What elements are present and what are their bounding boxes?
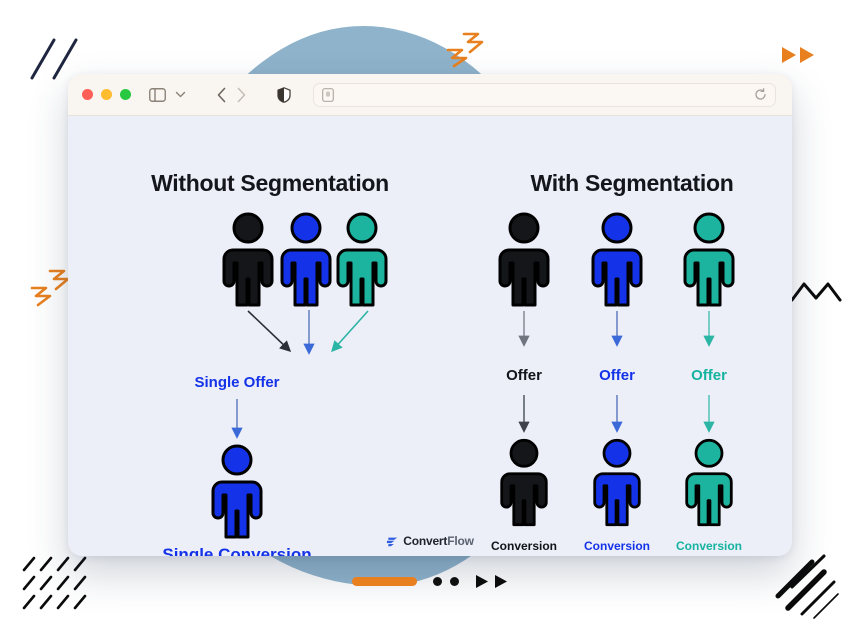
seg-arrow-blue-to-offer xyxy=(609,310,625,352)
convertflow-wordmark: ConvertFlow xyxy=(403,534,474,548)
conversion-person-blue-icon xyxy=(203,444,271,540)
close-window-button[interactable] xyxy=(82,89,93,100)
reader-page-icon[interactable] xyxy=(322,87,334,102)
brand-light: Flow xyxy=(447,534,474,548)
pagination-dots xyxy=(433,576,459,586)
browser-titlebar xyxy=(68,74,792,116)
converge-arrow-blue xyxy=(301,308,317,360)
back-button-icon[interactable] xyxy=(217,87,227,103)
single-offer-label: Single Offer xyxy=(194,374,280,391)
seg-person-blue-icon xyxy=(589,212,645,308)
seg-arrow-black-to-conversion xyxy=(516,394,532,438)
person-blue-icon xyxy=(278,212,334,308)
play-icon-2[interactable] xyxy=(494,574,508,589)
seg-conversion-label-black: Conversion xyxy=(490,539,558,553)
page-content: Without Segmentation Single Offer Single… xyxy=(68,116,792,556)
single-conversion-label: Single Conversion xyxy=(162,545,312,556)
seg-conversion-person-blue-icon xyxy=(591,438,643,528)
browser-window: Without Segmentation Single Offer Single… xyxy=(68,74,792,556)
seg-arrow-teal-to-offer xyxy=(701,310,717,352)
seg-arrow-blue-to-conversion xyxy=(609,394,625,438)
seg-offer-label-blue: Offer xyxy=(599,367,635,384)
seg-person-teal-icon xyxy=(681,212,737,308)
brand-bold: Convert xyxy=(403,534,448,548)
seg-conversion-person-black-icon xyxy=(498,438,550,528)
seg-conversion-person-teal-icon xyxy=(683,438,735,528)
address-bar[interactable] xyxy=(313,82,776,107)
without-segmentation-title: Without Segmentation xyxy=(151,170,389,196)
shield-privacy-icon[interactable] xyxy=(277,86,291,103)
pagination-dot-2[interactable] xyxy=(450,576,459,586)
orange-play-arrows-decoration xyxy=(782,46,818,69)
seg-arrow-teal-to-conversion xyxy=(701,394,717,438)
seg-person-black-icon xyxy=(496,212,552,308)
with-segmentation-panel: With Segmentation Offer Conversion Offer… xyxy=(472,116,792,556)
play-icon-1[interactable] xyxy=(475,574,489,589)
minimize-window-button[interactable] xyxy=(101,89,112,100)
convertflow-swoosh-icon xyxy=(386,536,399,547)
converge-arrow-teal xyxy=(318,308,376,360)
orange-zigzag-decoration-top xyxy=(444,32,486,73)
window-traffic-lights xyxy=(82,89,131,100)
seg-offer-label-black: Offer xyxy=(506,367,542,384)
person-teal-icon xyxy=(334,212,390,308)
chevron-down-icon[interactable] xyxy=(175,90,186,99)
convertflow-logo: ConvertFlow xyxy=(386,534,474,548)
screenshot-stage: Without Segmentation Single Offer Single… xyxy=(0,0,860,628)
black-zigzag-line-decoration xyxy=(790,280,842,307)
carousel-controls xyxy=(0,566,860,596)
progress-bar[interactable] xyxy=(352,576,417,586)
pagination-dot-1[interactable] xyxy=(433,576,442,586)
seg-offer-label-teal: Offer xyxy=(691,367,727,384)
play-controls xyxy=(475,574,508,589)
orange-zigzag-decoration-left xyxy=(28,268,72,313)
without-segmentation-panel: Without Segmentation Single Offer Single… xyxy=(68,116,472,556)
reload-icon[interactable] xyxy=(754,88,767,101)
with-segmentation-title: With Segmentation xyxy=(530,170,734,196)
forward-button-icon[interactable] xyxy=(236,87,246,103)
sidebar-icon[interactable] xyxy=(149,87,166,102)
person-black-icon xyxy=(220,212,276,308)
offer-to-conversion-arrow xyxy=(229,398,245,444)
seg-conversion-label-blue: Conversion xyxy=(583,539,651,553)
seg-arrow-black-to-offer xyxy=(516,310,532,352)
seg-conversion-label-teal: Conversion xyxy=(675,539,743,553)
maximize-window-button[interactable] xyxy=(120,89,131,100)
